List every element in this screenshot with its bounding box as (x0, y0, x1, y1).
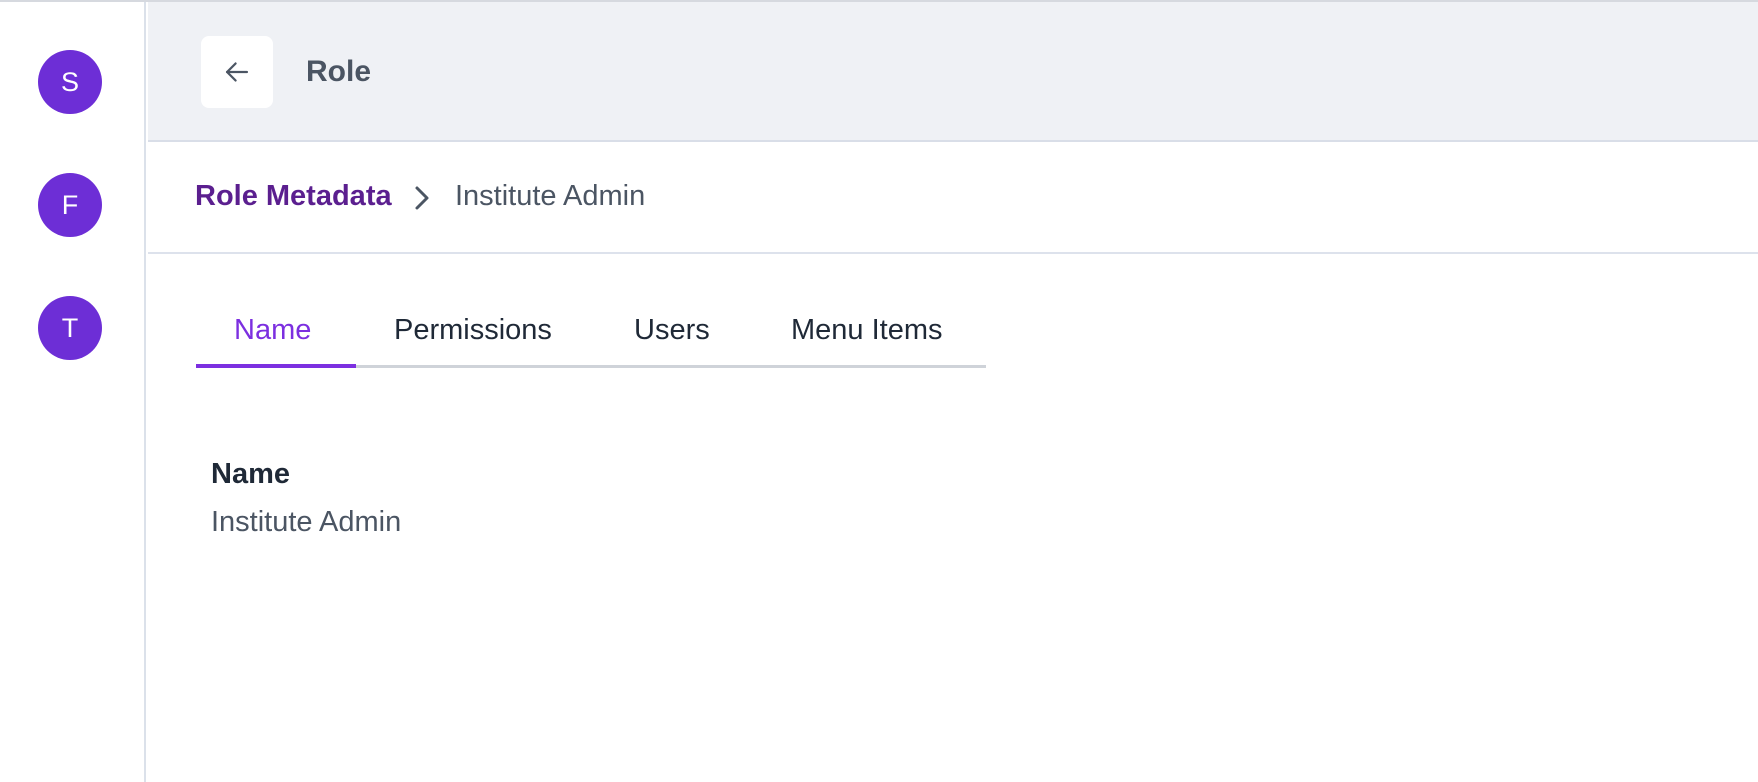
tab-name[interactable]: Name (234, 314, 311, 347)
tab-permissions[interactable]: Permissions (394, 314, 552, 347)
breadcrumb-parent-link[interactable]: Role Metadata (195, 180, 392, 213)
arrow-left-icon (225, 62, 249, 82)
sidebar: S F T (0, 2, 146, 782)
tab-users[interactable]: Users (634, 314, 710, 347)
name-field-value: Institute Admin (211, 506, 402, 538)
page-title: Role (306, 55, 372, 88)
avatar-t[interactable]: T (38, 296, 102, 360)
avatar-letter: S (60, 66, 79, 97)
back-button[interactable] (201, 36, 273, 108)
tab-bar: Name Permissions Users Menu Items (196, 302, 986, 368)
breadcrumb-current: Institute Admin (455, 180, 646, 212)
tab-menu-items[interactable]: Menu Items (791, 314, 943, 347)
avatar-letter: T (61, 312, 79, 343)
chevron-right-icon (415, 186, 429, 210)
page-header: Role (148, 2, 1758, 142)
avatar-s[interactable]: S (38, 50, 102, 114)
avatar-letter: F (61, 189, 79, 220)
app-root: S F T Role Role Metadata Institute Admin… (0, 0, 1758, 782)
avatar-f[interactable]: F (38, 173, 102, 237)
name-field-label: Name (211, 458, 290, 490)
active-tab-indicator (196, 364, 356, 368)
breadcrumb: Role Metadata Institute Admin (148, 144, 1758, 254)
